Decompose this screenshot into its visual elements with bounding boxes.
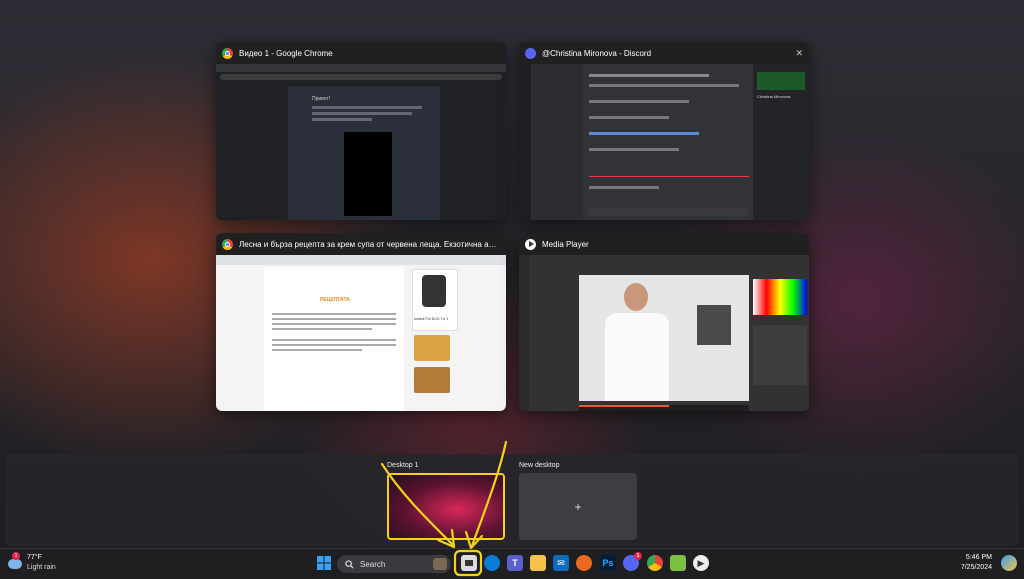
discord-taskbar-icon[interactable]: 1	[623, 552, 642, 571]
media-player-taskbar-icon[interactable]: ▶	[693, 555, 709, 571]
start-button[interactable]	[316, 555, 332, 571]
window-title-bar: Media Player	[519, 233, 809, 255]
clock-date[interactable]: 7/25/2024	[956, 564, 992, 571]
media-player-icon	[525, 238, 536, 250]
weather-badge: 1	[12, 552, 20, 560]
window-title-bar: Видео 1 - Google Chrome	[216, 42, 506, 64]
post-text: Привет!	[312, 96, 331, 102]
window-title: @Christina Mironova - Discord	[542, 48, 652, 58]
window-title: Media Player	[542, 239, 589, 249]
firefox-icon[interactable]	[576, 555, 592, 571]
new-desktop-button[interactable]: +	[519, 473, 637, 540]
clock-time[interactable]: 5:46 PM	[964, 554, 992, 561]
window-preview	[519, 255, 809, 411]
weather-temp: 77°F	[27, 554, 42, 561]
chrome-icon	[222, 47, 233, 59]
window-preview: РЕЦЕПТАТА Instant Pot DUO 7 в 1	[216, 255, 506, 411]
search-highlight-icon	[433, 558, 447, 570]
weather-widget[interactable]: 1	[8, 552, 24, 571]
task-view-button[interactable]	[461, 555, 477, 571]
chrome-taskbar-icon[interactable]	[647, 555, 663, 571]
chrome-icon	[222, 238, 233, 250]
weather-desc: Light rain	[27, 564, 56, 571]
file-explorer-icon[interactable]	[530, 555, 546, 571]
search-icon	[345, 559, 354, 569]
virtual-desktops-strip: Desktop 1 New desktop +	[5, 454, 1019, 546]
discord-badge: 1	[634, 552, 642, 560]
windows-icon	[317, 556, 331, 570]
window-title-bar: @Christina Mironova - Discord ✕	[519, 42, 809, 64]
teams-icon[interactable]: T	[507, 555, 523, 571]
mail-icon[interactable]: ✉	[553, 555, 569, 571]
rain-cloud-icon	[8, 559, 22, 569]
desktop-1-label: Desktop 1	[387, 462, 419, 469]
window-preview: Привет!	[216, 64, 506, 220]
desktop-1-thumbnail[interactable]	[387, 473, 505, 540]
window-thumbnail-discord[interactable]: @Christina Mironova - Discord ✕ Christin…	[519, 42, 809, 220]
ad-banner-text: Instant Pot DUO 7 в 1	[414, 317, 449, 321]
edge-icon[interactable]	[484, 555, 500, 571]
taskbar: 1 77°F Light rain Search T ✉ Ps 1 ▶ 5:46…	[0, 548, 1024, 579]
plus-icon: +	[574, 499, 582, 514]
discord-icon	[525, 47, 536, 59]
window-title-bar: Лесна и бърза рецепта за крем супа от че…	[216, 233, 506, 255]
window-preview: Christina Mironova	[519, 64, 809, 220]
camtasia-icon[interactable]	[670, 555, 686, 571]
profile-name: Christina Mironova	[757, 94, 791, 99]
copilot-icon[interactable]	[1001, 555, 1017, 571]
window-thumbnail-chrome-video[interactable]: Видео 1 - Google Chrome Привет!	[216, 42, 506, 220]
window-thumbnail-media-player[interactable]: Media Player	[519, 233, 809, 411]
window-thumbnail-chrome-recipe[interactable]: Лесна и бърза рецепта за крем супа от че…	[216, 233, 506, 411]
new-desktop-label: New desktop	[519, 462, 560, 469]
window-title: Видео 1 - Google Chrome	[239, 48, 333, 58]
search-label: Search	[360, 559, 386, 569]
window-title: Лесна и бърза рецепта за крем супа от че…	[239, 239, 500, 249]
photoshop-icon[interactable]: Ps	[600, 555, 616, 571]
taskbar-search[interactable]: Search	[337, 555, 451, 573]
close-icon[interactable]: ✕	[795, 48, 803, 59]
task-view-icon	[465, 560, 473, 566]
recipe-heading: РЕЦЕПТАТА	[320, 297, 350, 303]
